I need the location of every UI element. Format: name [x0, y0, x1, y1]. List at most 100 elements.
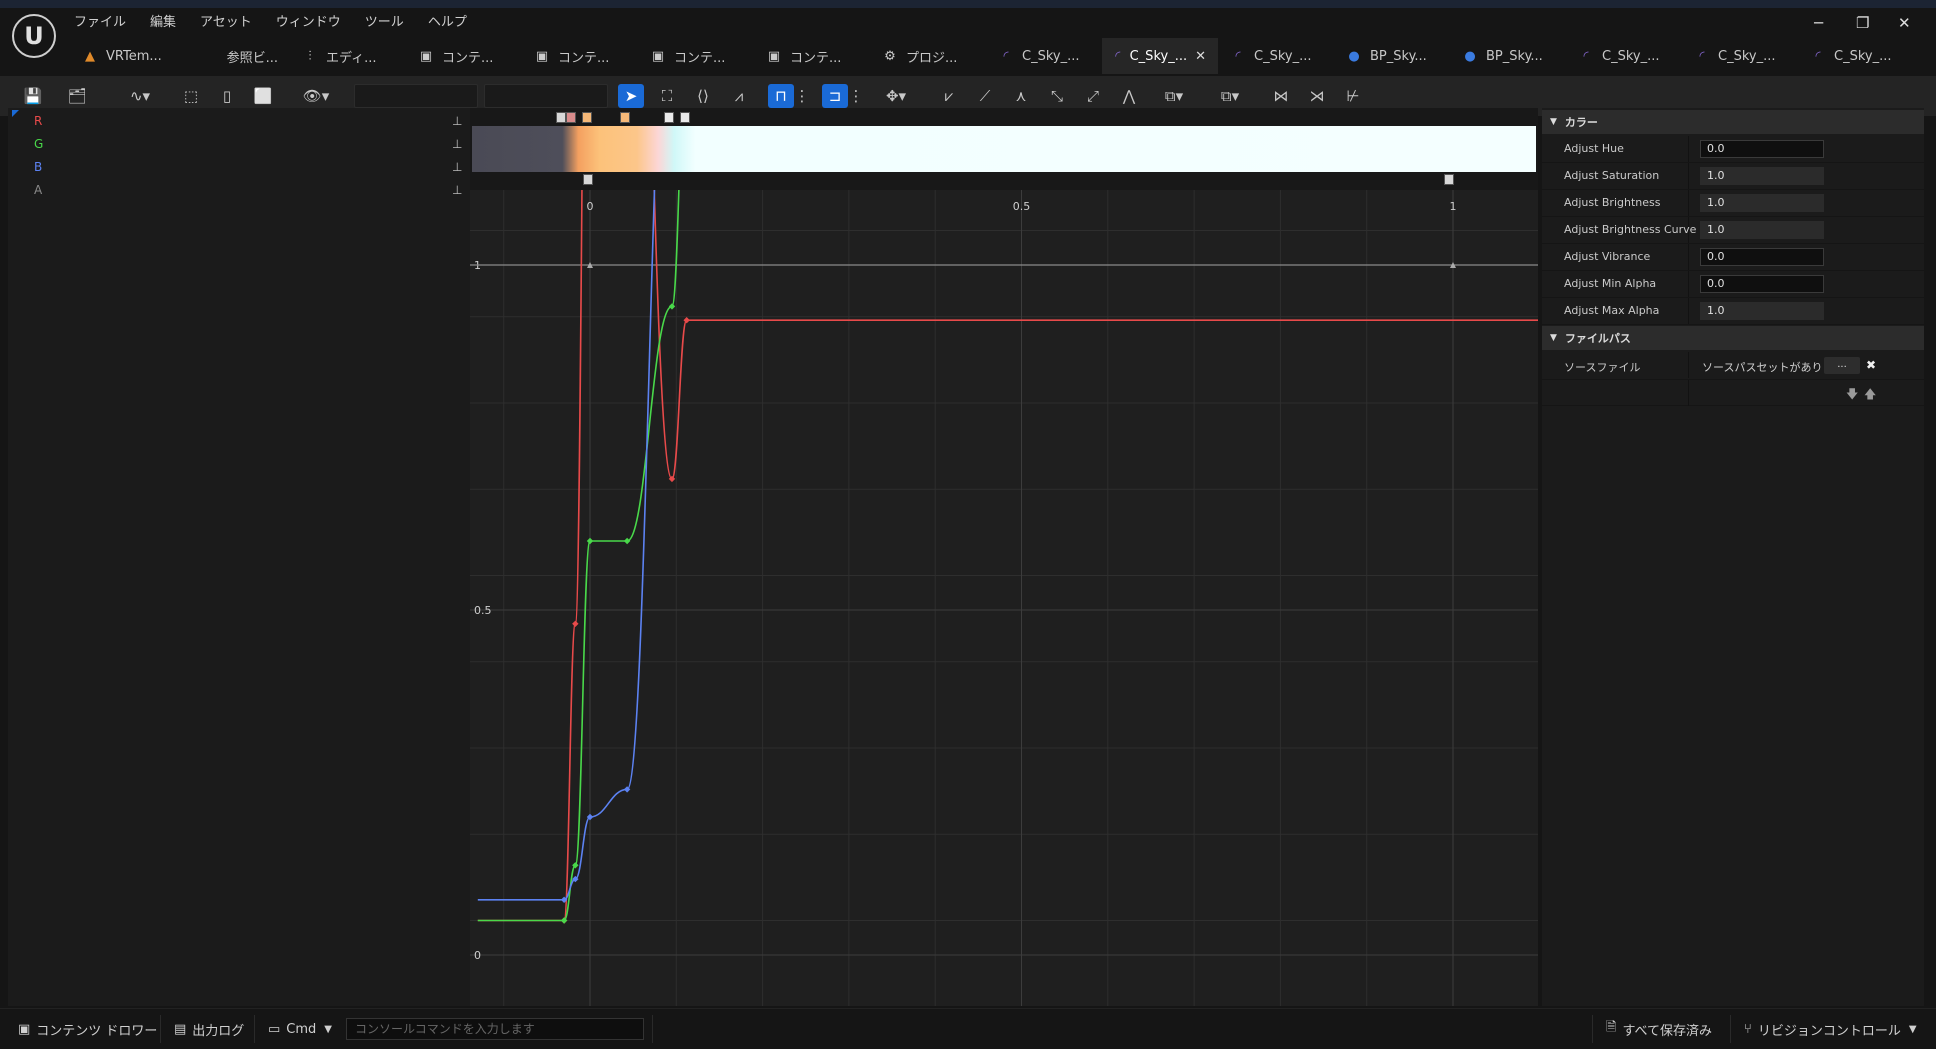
property-value-input[interactable]: 0.0: [1700, 140, 1824, 158]
revision-control-button[interactable]: ⑂ リビジョンコントロール ▼: [1744, 1017, 1917, 1041]
value-snap-field[interactable]: [484, 84, 608, 108]
gradient-stop-top[interactable]: [566, 112, 576, 123]
document-tab[interactable]: 参照ビ...: [196, 38, 290, 74]
curve-key-point[interactable]: [623, 786, 631, 793]
frame-vertical-icon[interactable]: ⬜: [250, 84, 276, 108]
close-icon[interactable]: ✕: [1898, 14, 1911, 32]
document-tab[interactable]: ▣ コンテ...: [638, 38, 754, 74]
browse-button[interactable]: ...: [1824, 357, 1860, 374]
pin-icon[interactable]: ⊥: [452, 160, 462, 174]
pin-icon[interactable]: ⊥: [452, 183, 462, 197]
arrow-down-icon[interactable]: 🡇: [1846, 385, 1858, 406]
gradient-stop-bottom[interactable]: [1444, 174, 1454, 185]
frame-horizontal-icon[interactable]: ▯: [214, 84, 240, 108]
property-value-input[interactable]: 0.0: [1700, 275, 1824, 293]
color-gradient-bar[interactable]: [472, 126, 1536, 172]
menu-item[interactable]: ヘルプ: [428, 11, 467, 30]
property-value-input[interactable]: 1.0: [1700, 221, 1824, 239]
restore-icon[interactable]: ❐: [1856, 14, 1869, 32]
curve-graph[interactable]: 00.5100.511.52: [470, 190, 1538, 1006]
content-drawer-button[interactable]: ▣ コンテンツ ドロワー: [18, 1017, 157, 1041]
document-tab[interactable]: ⚙ プロジ...: [870, 38, 986, 74]
gradient-stop-top[interactable]: [556, 112, 566, 123]
post-infinity-icon[interactable]: ⧉▾: [1210, 84, 1250, 108]
document-tab[interactable]: ▣ コンテ...: [406, 38, 522, 74]
document-tab[interactable]: ◜ C_Sky_...: [1682, 38, 1798, 74]
document-tab[interactable]: ● BP_Sky...: [1334, 38, 1450, 74]
multi-scale-tool-icon[interactable]: ⩘: [726, 84, 752, 108]
curve-key-point[interactable]: [668, 475, 676, 483]
save-all-button[interactable]: 🗎 すべて保存済み: [1606, 1017, 1712, 1041]
flatten-tangents-icon[interactable]: ⩗: [936, 84, 962, 108]
channel-g-label[interactable]: G: [34, 137, 43, 151]
straighten-keys-icon[interactable]: ⋊: [1304, 84, 1330, 108]
property-value-input[interactable]: 0.0: [1700, 248, 1824, 266]
gradient-stop-top[interactable]: [582, 112, 592, 123]
curve-key-point[interactable]: [586, 537, 594, 545]
gradient-stop-top[interactable]: [620, 112, 630, 123]
document-tab[interactable]: ▣ コンテ...: [522, 38, 638, 74]
pin-icon[interactable]: ⊥: [452, 137, 462, 151]
gradient-stop-top[interactable]: [664, 112, 674, 123]
arrow-up-icon[interactable]: 🡅: [1864, 385, 1876, 406]
document-tab[interactable]: ◜ C_Sky_...: [1798, 38, 1914, 74]
view-options-icon[interactable]: 👁▾: [296, 84, 336, 108]
property-value-input[interactable]: 1.0: [1700, 302, 1824, 320]
pre-infinity-icon[interactable]: ⧉▾: [1154, 84, 1194, 108]
browse-asset-icon[interactable]: 🗂: [64, 84, 90, 108]
time-snap-options-icon[interactable]: ⋮: [849, 84, 864, 108]
retime-tool-icon[interactable]: ⟨⟩: [690, 84, 716, 108]
document-tab[interactable]: ● BP_Sky...: [1450, 38, 1566, 74]
document-tab[interactable]: ◜ C_Sky_...: [986, 38, 1102, 74]
menu-item[interactable]: 編集: [150, 11, 176, 30]
channel-b-label[interactable]: B: [34, 160, 42, 174]
gradient-stop-bottom[interactable]: [583, 174, 593, 185]
curve-key-point[interactable]: [623, 537, 631, 545]
user-tangents-icon[interactable]: ⤡: [1044, 84, 1070, 108]
linear-interp-icon[interactable]: ⋀: [1116, 84, 1142, 108]
select-tool-icon[interactable]: ➤: [618, 84, 644, 108]
property-value-input[interactable]: 1.0: [1700, 167, 1824, 185]
curve-graph-svg[interactable]: 00.5100.511.52: [470, 190, 1538, 1006]
document-tab[interactable]: ▣ コンテ...: [754, 38, 870, 74]
time-snap-icon[interactable]: ⊐: [822, 84, 848, 108]
auto-tangents-icon[interactable]: ⋏: [1008, 84, 1034, 108]
straighten-tangents-icon[interactable]: ⟋: [972, 84, 998, 108]
section-filepath-header[interactable]: ▼ ファイルパス: [1542, 326, 1924, 350]
curve-key-point[interactable]: [572, 620, 579, 627]
property-value-input[interactable]: 1.0: [1700, 194, 1824, 212]
channel-r-label[interactable]: R: [34, 114, 42, 128]
curve-view-mode-icon[interactable]: ∿▾: [120, 84, 160, 108]
curve-key-point[interactable]: [668, 303, 676, 310]
cmd-dropdown[interactable]: ▭ Cmd ▼: [268, 1017, 332, 1041]
section-color-header[interactable]: ▼ カラー: [1542, 110, 1924, 134]
unreal-logo-icon[interactable]: U: [12, 14, 56, 58]
channel-a-label[interactable]: A: [34, 183, 42, 197]
pin-icon[interactable]: ⊥: [452, 114, 462, 128]
clear-icon[interactable]: ✖: [1866, 358, 1876, 372]
document-tab[interactable]: ◜ C_Sky_... ✕: [1102, 38, 1218, 74]
menu-item[interactable]: アセット: [200, 11, 252, 30]
flatten-keys-icon[interactable]: ⋈: [1268, 84, 1294, 108]
transform-tool-icon[interactable]: ⛶: [654, 84, 680, 108]
menu-item[interactable]: ツール: [365, 11, 404, 30]
tab-close-icon[interactable]: ✕: [1195, 49, 1206, 64]
key-options-icon[interactable]: ⊬: [1340, 84, 1366, 108]
document-tab[interactable]: ▲ VRTem...: [70, 38, 196, 74]
menu-item[interactable]: ファイル: [74, 11, 126, 30]
value-snap-icon[interactable]: ⊓: [768, 84, 794, 108]
document-tab[interactable]: ◜ C_Sky_...: [1566, 38, 1682, 74]
gradient-stop-top[interactable]: [680, 112, 690, 123]
select-frame-icon[interactable]: ⬚: [178, 84, 204, 108]
document-tab[interactable]: ⫶ エディ...: [290, 38, 406, 74]
curve-key-point[interactable]: [683, 317, 690, 324]
minimize-icon[interactable]: ─: [1814, 14, 1823, 32]
document-tab[interactable]: ◜ C_Sky_...: [1218, 38, 1334, 74]
menu-item[interactable]: ウィンドウ: [276, 11, 341, 30]
output-log-button[interactable]: ▤ 出力ログ: [174, 1017, 244, 1041]
console-command-input[interactable]: コンソールコマンドを入力します: [346, 1018, 644, 1040]
snap-options-icon[interactable]: ⋮: [795, 84, 810, 108]
axis-snapping-icon[interactable]: ✥▾: [876, 84, 916, 108]
time-snap-field[interactable]: [354, 84, 478, 108]
save-icon[interactable]: 💾: [20, 84, 46, 108]
